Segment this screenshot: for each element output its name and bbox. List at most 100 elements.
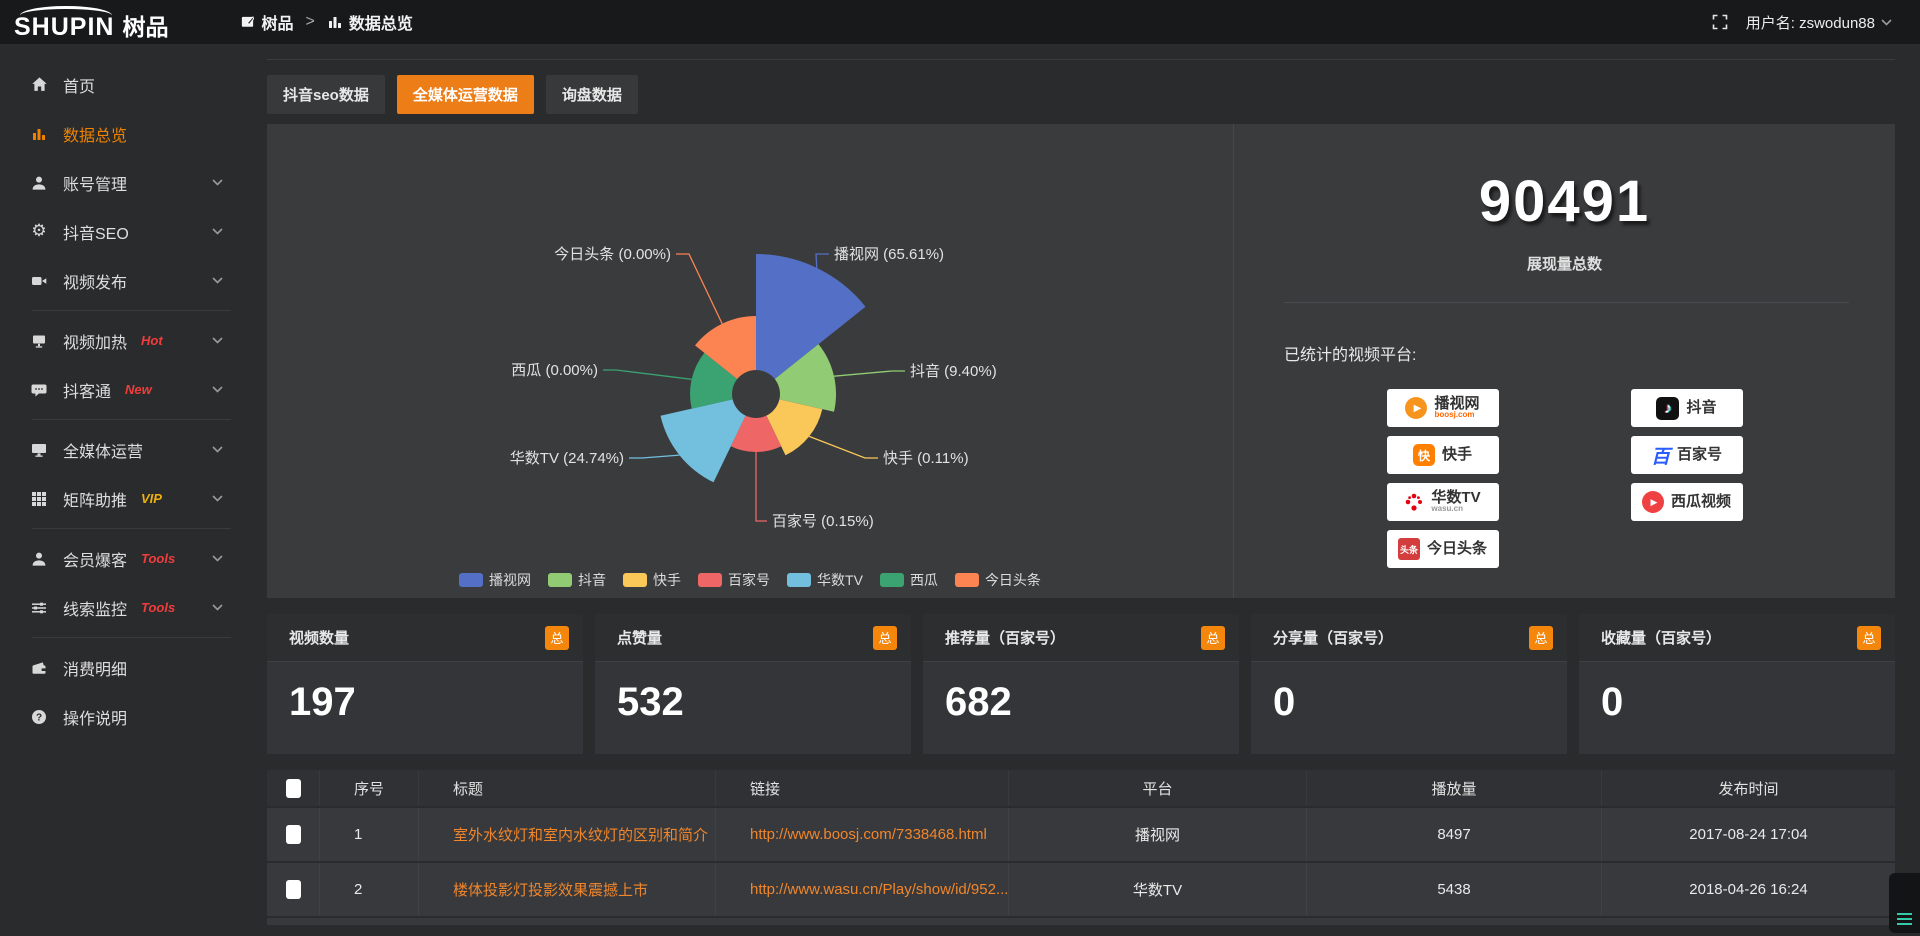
sidebar-item[interactable]: 账号管理 xyxy=(0,158,263,207)
cell-time: 2017-08-24 17:04 xyxy=(1602,808,1895,861)
total-badge[interactable]: 总 xyxy=(873,626,897,650)
table-row-partial xyxy=(267,918,1895,925)
legend-item[interactable]: 西瓜 xyxy=(880,570,938,590)
chevron-down-icon xyxy=(212,555,223,562)
platforms-column-left: ▶ 播视网 boosj.com 快 快手 xyxy=(1387,389,1499,568)
legend-label: 播视网 xyxy=(489,570,531,590)
legend-item[interactable]: 快手 xyxy=(623,570,681,590)
breadcrumb-label: 树品 xyxy=(261,10,293,34)
sidebar-item-badge: Tools xyxy=(141,600,175,615)
platforms-grid: ▶ 播视网 boosj.com 快 快手 xyxy=(1234,389,1895,568)
cell-url-link[interactable]: http://www.wasu.cn/Play/show/id/952... xyxy=(716,863,1009,916)
svg-text:?: ? xyxy=(36,712,42,723)
sidebar-item[interactable]: 抖客通 New xyxy=(0,365,263,414)
top-bar: SHUPIN 树品 树品 > 数据总览 用户名: zswodun88 xyxy=(0,0,1920,44)
total-badge[interactable]: 总 xyxy=(1529,626,1553,650)
legend-item[interactable]: 百家号 xyxy=(698,570,770,590)
cell-platform: 华数TV xyxy=(1009,863,1307,916)
summary-panel: 90491 展现量总数 已统计的视频平台: ▶ 播视网 boosj.com xyxy=(1233,124,1895,598)
data-tabs: 抖音seo数据 全媒体运营数据 询盘数据 xyxy=(267,75,1895,114)
platform-badge: ▶ 播视网 boosj.com xyxy=(1387,389,1499,427)
svg-text:播视网 (65.61%): 播视网 (65.61%) xyxy=(834,246,944,263)
user-menu[interactable]: 用户名: zswodun88 xyxy=(1746,12,1892,33)
legend-item[interactable]: 华数TV xyxy=(787,570,863,590)
platform-badge: ▶ 西瓜视频 xyxy=(1631,483,1743,521)
legend-label: 华数TV xyxy=(817,570,863,590)
sidebar-item[interactable]: 线索监控 Tools xyxy=(0,583,263,632)
sidebar-item-label: 消费明细 xyxy=(63,656,127,680)
sidebar-item[interactable]: 矩阵助推 VIP xyxy=(0,474,263,523)
rose-pie-chart: 播视网 (65.61%)抖音 (9.40%)快手 (0.11%)百家号 (0.1… xyxy=(267,124,1233,598)
videos-table: 序号 标题 链接 平台 播放量 发布时间 1 室外水纹灯和室内水纹灯的区别和简介… xyxy=(267,770,1895,925)
impressions-total-label: 展现量总数 xyxy=(1234,253,1895,274)
wasu-logo xyxy=(1404,492,1424,512)
cell-url-link[interactable]: http://www.boosj.com/7338468.html xyxy=(716,808,1009,861)
chevron-down-icon xyxy=(212,495,223,502)
sidebar-divider xyxy=(32,528,231,529)
stat-cards: 视频数量 总 197 点赞量 总 532 推荐量（百家号） 总 682 xyxy=(267,614,1895,754)
person-icon xyxy=(30,551,48,567)
platform-badge: ♪ 抖音 xyxy=(1631,389,1743,427)
legend-item[interactable]: 抖音 xyxy=(548,570,606,590)
sidebar-item[interactable]: 消费明细 xyxy=(0,643,263,692)
fullscreen-icon[interactable] xyxy=(1712,14,1728,30)
platform-share-chart: 播视网 (65.61%)抖音 (9.40%)快手 (0.11%)百家号 (0.1… xyxy=(267,124,1233,598)
sidebar-item-label: 操作说明 xyxy=(63,705,127,729)
platform-label: 华数TV xyxy=(1431,490,1480,506)
question-icon: ? xyxy=(30,709,48,725)
breadcrumb-label: 数据总览 xyxy=(349,10,413,34)
sidebar-item-label: 数据总览 xyxy=(63,122,127,146)
tab[interactable]: 询盘数据 xyxy=(546,75,638,114)
chart-bars-icon xyxy=(327,14,343,30)
stat-card: 分享量（百家号） 总 0 xyxy=(1251,614,1567,754)
cell-title-link[interactable]: 室外水纹灯和室内水纹灯的区别和简介 xyxy=(419,808,716,861)
cell-title-link[interactable]: 楼体投影灯投影效果震撼上市 xyxy=(419,863,716,916)
legend-label: 百家号 xyxy=(728,570,770,590)
breadcrumb-item[interactable]: 树品 xyxy=(240,10,293,34)
legend-swatch xyxy=(698,573,722,587)
total-badge[interactable]: 总 xyxy=(1857,626,1881,650)
screen-icon xyxy=(30,333,48,349)
stat-card-value: 682 xyxy=(923,662,1239,725)
sidebar-item-badge: Tools xyxy=(141,551,175,566)
breadcrumb-item[interactable]: 数据总览 xyxy=(327,10,413,34)
sidebar-item[interactable]: 首页 xyxy=(0,60,263,109)
total-badge[interactable]: 总 xyxy=(1201,626,1225,650)
cell-time: 2018-04-26 16:24 xyxy=(1602,863,1895,916)
sidebar-item[interactable]: ? 操作说明 xyxy=(0,692,263,741)
sidebar-item[interactable]: 数据总览 xyxy=(0,109,263,158)
tab[interactable]: 全媒体运营数据 xyxy=(397,75,534,114)
chevron-down-icon xyxy=(212,337,223,344)
service-widget[interactable] xyxy=(1889,873,1920,933)
svg-text:今日头条 (0.00%): 今日头条 (0.00%) xyxy=(554,246,671,263)
table-row: 1 室外水纹灯和室内水纹灯的区别和简介 http://www.boosj.com… xyxy=(267,808,1895,861)
chevron-down-icon xyxy=(212,179,223,186)
user-icon xyxy=(30,175,48,191)
sidebar-item-label: 首页 xyxy=(63,73,95,97)
chevron-down-icon xyxy=(212,386,223,393)
legend-swatch xyxy=(880,573,904,587)
sidebar-item[interactable]: 全媒体运营 xyxy=(0,425,263,474)
legend-item[interactable]: 播视网 xyxy=(459,570,531,590)
sidebar-item[interactable]: 视频发布 xyxy=(0,256,263,305)
stat-card-value: 197 xyxy=(267,662,583,725)
sidebar-item[interactable]: 视频加热 Hot xyxy=(0,316,263,365)
total-badge[interactable]: 总 xyxy=(545,626,569,650)
svg-text:快手 (0.11%): 快手 (0.11%) xyxy=(883,450,969,467)
svg-text:西瓜 (0.00%): 西瓜 (0.00%) xyxy=(511,362,598,379)
tab[interactable]: 抖音seo数据 xyxy=(267,75,385,114)
wallet-icon xyxy=(30,660,48,676)
select-all-checkbox[interactable] xyxy=(286,779,301,798)
sidebar-divider xyxy=(32,637,231,638)
sidebar-divider xyxy=(32,419,231,420)
topbar-right: 用户名: zswodun88 xyxy=(1712,12,1892,33)
summary-divider xyxy=(1284,302,1849,303)
app-logo: SHUPIN 树品 xyxy=(14,2,168,42)
sidebar-item[interactable]: 会员爆客 Tools xyxy=(0,534,263,583)
legend-item[interactable]: 今日头条 xyxy=(955,570,1041,590)
chart-legend: 播视网 抖音 快手 百家号 xyxy=(267,570,1233,590)
sidebar-item[interactable]: ⚙ 抖音SEO xyxy=(0,207,263,256)
row-checkbox[interactable] xyxy=(286,880,301,899)
sidebar-item-badge: VIP xyxy=(141,491,162,506)
row-checkbox[interactable] xyxy=(286,825,301,844)
